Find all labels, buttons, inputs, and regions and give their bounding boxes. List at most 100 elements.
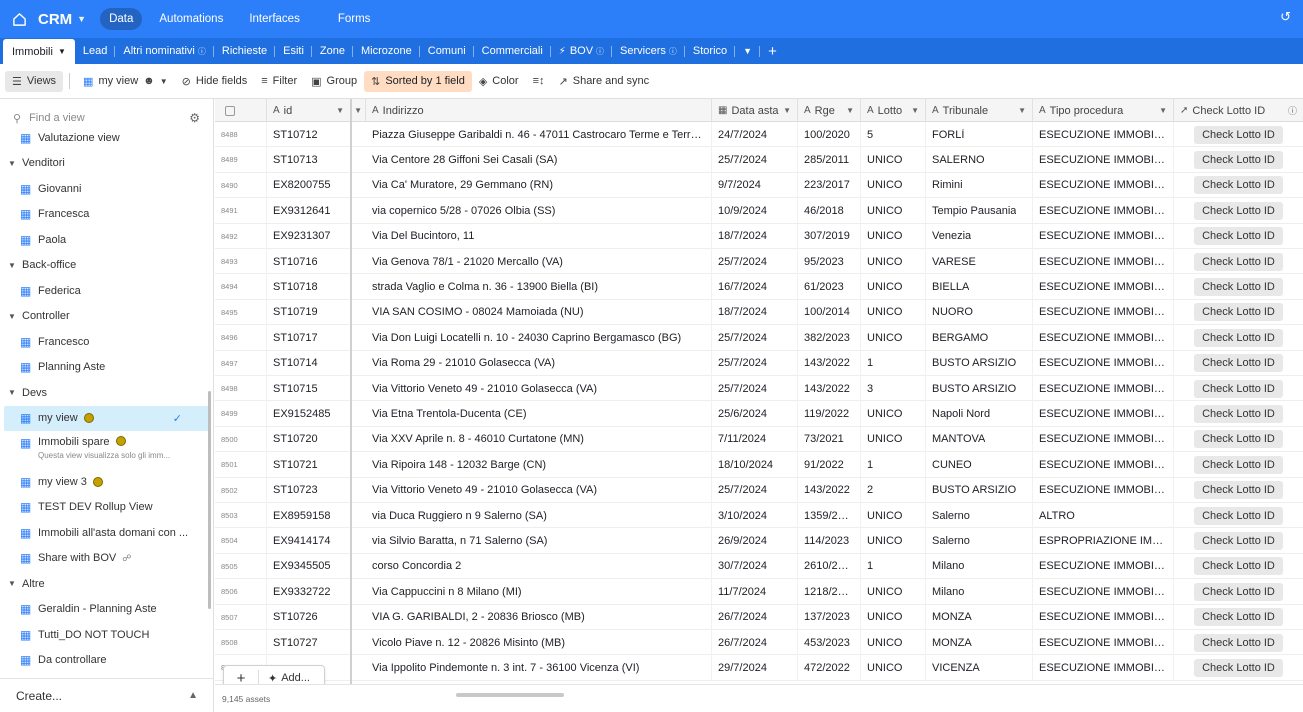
sidebar-section-header[interactable]: ▼ Altre [0,571,214,597]
cell-indirizzo[interactable]: corso Concordia 2 [366,553,712,579]
column-header-tipo-procedura[interactable]: A Tipo procedura ▼ [1033,99,1174,122]
sidebar-view-item[interactable]: ▦ Immobili all'asta domani con ... [0,520,214,546]
sidebar-view-item[interactable]: ▦ Immobili spare Questa view visualizza so… [0,431,214,469]
tab-commerciali[interactable]: Commerciali [474,38,551,64]
cell-lotto[interactable]: UNICO [861,503,926,528]
sidebar-view-item[interactable]: ▦ Planning Aste [0,355,214,381]
table-row[interactable]: 8495 ST10719 VIA SAN COSIMO - 08024 Mamoia… [215,299,1303,326]
group-button[interactable]: ▣ Group [304,71,364,92]
cell-indirizzo[interactable]: Via Genova 78/1 - 21020 Mercallo (VA) [366,249,712,274]
cell-data[interactable]: 25/7/2024 [712,249,798,274]
tab-altri-nominativi[interactable]: Altri nominativi ⓘ [115,38,214,64]
sidebar-view-item[interactable]: ▦ Share with BOV ☍ [0,546,214,572]
select-all-checkbox[interactable] [215,99,267,122]
cell-rge[interactable]: 100/2014 [798,299,861,325]
sidebar-view-item[interactable]: ▦ Tutti_DO NOT TOUCH [0,622,214,648]
cell-indirizzo[interactable]: Via Ippolito Pindemonte n. 3 int. 7 - 36… [366,655,712,681]
table-row[interactable]: 8490 EX8200755 Via Ca' Muratore, 29 Gemman… [215,172,1303,199]
cell-indirizzo[interactable]: Via Etna Trentola-Ducenta (CE) [366,401,712,427]
cell-tipo[interactable]: ESECUZIONE IMMOBILIARE [1033,350,1174,376]
view-switcher[interactable]: ▦ my view ☻ ▼ [76,71,175,92]
base-name[interactable]: CRM ▼ [38,11,86,28]
cell-tipo[interactable]: ESECUZIONE IMMOBILIARE [1033,122,1174,147]
cell-trib[interactable]: BUSTO ARSIZIO [926,376,1033,401]
cell-tipo[interactable]: ESECUZIONE IMMOBILIARE [1033,198,1174,224]
table-row[interactable]: 8488 ST10712 Piazza Giuseppe Garibaldi n. … [215,122,1303,148]
cell-data[interactable]: 16/7/2024 [712,274,798,300]
cell-data[interactable]: 25/7/2024 [712,325,798,351]
cell-n[interactable]: 8495 [215,299,267,325]
cell-rge[interactable]: 453/2023 [798,630,861,655]
cell-tipo[interactable]: ESECUZIONE IMMOBILIARE [1033,249,1174,274]
cell-lotto[interactable]: UNICO [861,528,926,554]
cell-trib[interactable]: Salerno [926,503,1033,528]
table-row[interactable]: 8504 EX9414174 via Silvio Baratta, n 71 Sa… [215,528,1303,554]
cell-data[interactable]: 25/7/2024 [712,147,798,173]
add-with-options-button[interactable]: ✦ Add... [259,672,310,685]
cell-trib[interactable]: SALERNO [926,147,1033,173]
cell-tipo[interactable]: ESECUZIONE IMMOBILIARE [1033,426,1174,452]
tab-richieste[interactable]: Richieste [214,38,276,64]
cell-n[interactable]: 8501 [215,452,267,478]
cell-rge[interactable]: 472/2022 [798,655,861,681]
cell-lotto[interactable]: 1 [861,350,926,376]
cell-rge[interactable]: 114/2023 [798,528,861,554]
cell-tipo[interactable]: ESECUZIONE IMMOBILIARE [1033,274,1174,300]
cell-data[interactable]: 7/11/2024 [712,426,798,452]
row-height-button[interactable]: ≡↕ [526,71,552,91]
cell-id[interactable]: ST10719 [267,299,351,325]
cell-data[interactable]: 26/7/2024 [712,630,798,655]
check-lotto-id-button[interactable]: Check Lotto ID [1194,404,1283,423]
cell-n[interactable]: 8491 [215,198,267,224]
table-row[interactable]: 8507 ST10726 VIA G. GARIBALDI, 2 - 20836 B… [215,604,1303,630]
cell-lotto[interactable]: UNICO [861,249,926,274]
check-lotto-id-button[interactable]: Check Lotto ID [1194,557,1283,576]
sidebar-view-item[interactable]: ▦ Da controllare [0,648,214,674]
cell-rge[interactable]: 119/2022 [798,401,861,427]
cell-data[interactable]: 18/10/2024 [712,452,798,478]
cell-indirizzo[interactable]: Via Ca' Muratore, 29 Gemmano (RN) [366,172,712,198]
check-lotto-id-button[interactable]: Check Lotto ID [1194,303,1283,322]
cell-lotto[interactable]: UNICO [861,172,926,198]
cell-trib[interactable]: BERGAMO [926,325,1033,351]
check-lotto-id-button[interactable]: Check Lotto ID [1194,328,1283,347]
cell-lotto[interactable]: 5 [861,122,926,147]
cell-n[interactable]: 8499 [215,401,267,427]
cell-data[interactable]: 26/7/2024 [712,604,798,630]
column-header-check-lotto-id[interactable]: ➚ Check Lotto ID ⓘ [1174,99,1303,122]
cell-lotto[interactable]: UNICO [861,147,926,173]
check-lotto-id-button[interactable]: Check Lotto ID [1194,430,1283,449]
table-row[interactable]: 8491 EX9312641 via copernico 5/28 - 07026 … [215,198,1303,224]
hide-fields-button[interactable]: ⊘ Hide fields [175,71,255,92]
cell-n[interactable]: 8507 [215,604,267,630]
cell-trib[interactable]: CUNEO [926,452,1033,478]
cell-tipo[interactable]: ESECUZIONE IMMOBILIARE [1033,401,1174,427]
cell-tipo[interactable]: ESECUZIONE IMMOBILIARE [1033,553,1174,579]
cell-tipo[interactable]: ESECUZIONE IMMOBILIARE [1033,477,1174,503]
cell-id[interactable]: EX8959158 [267,503,351,528]
cell-indirizzo[interactable]: Via Don Luigi Locatelli n. 10 - 24030 Ca… [366,325,712,351]
cell-trib[interactable]: NUORO [926,299,1033,325]
filter-button[interactable]: ≡ Filter [254,71,304,91]
cell-trib[interactable]: BUSTO ARSIZIO [926,350,1033,376]
tab-lead[interactable]: Lead [75,38,116,64]
check-lotto-id-button[interactable]: Check Lotto ID [1194,277,1283,296]
cell-id[interactable]: EX9312641 [267,198,351,224]
cell-id[interactable]: ST10720 [267,426,351,452]
cell-lotto[interactable]: UNICO [861,630,926,655]
cell-lotto[interactable]: UNICO [861,299,926,325]
tab-microzone[interactable]: Microzone [353,38,420,64]
cell-n[interactable]: 8500 [215,426,267,452]
cell-trib[interactable]: Milano [926,553,1033,579]
cell-indirizzo[interactable]: strada Vaglio e Colma n. 36 - 13900 Biel… [366,274,712,300]
cell-n[interactable]: 8489 [215,147,267,173]
cell-id[interactable]: EX9332722 [267,579,351,605]
cell-rge[interactable]: 100/2020 [798,122,861,147]
nav-forms[interactable]: Forms [329,8,380,30]
add-table-button[interactable]: + [760,38,785,64]
check-lotto-id-button[interactable]: Check Lotto ID [1194,455,1283,474]
table-row[interactable]: 8497 ST10714 Via Roma 29 - 21010 Golasecca… [215,350,1303,376]
check-lotto-id-button[interactable]: Check Lotto ID [1194,201,1283,220]
cell-indirizzo[interactable]: Via Centore 28 Giffoni Sei Casali (SA) [366,147,712,173]
cell-tipo[interactable]: ESECUZIONE IMMOBILIARE [1033,452,1174,478]
